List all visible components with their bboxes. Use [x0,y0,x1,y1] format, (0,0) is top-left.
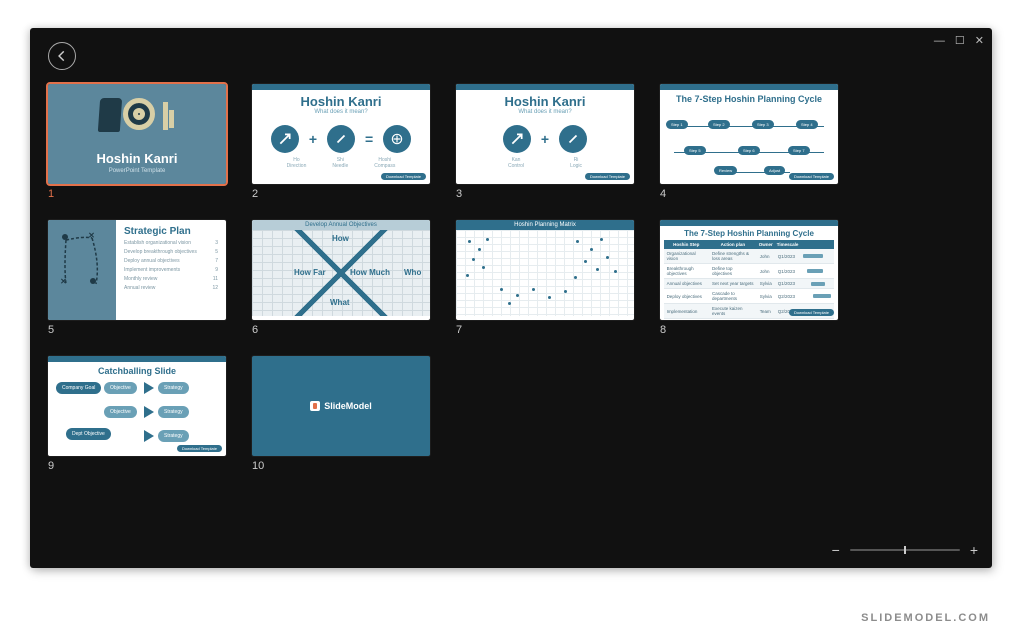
slide-title: Strategic Plan [124,226,218,237]
close-button[interactable]: ✕ [975,34,984,47]
needle-icon [327,125,355,153]
zoom-slider[interactable] [850,549,960,551]
slide-title: Develop Annual Objectives [252,220,430,230]
slide-thumbnail-2[interactable]: Hoshin Kanri What does it mean? + = HoDi… [252,84,430,200]
zoom-out-button[interactable]: − [832,542,840,558]
chess-knight-icon [98,98,122,132]
slide-number: 1 [48,188,226,200]
download-tag: Download Template [381,173,426,180]
slide-number: 2 [252,188,430,200]
slide-number: 3 [456,188,634,200]
slide-grid: Hoshin Kanri PowerPoint Template 1 Hoshi… [48,84,974,472]
slide-subtitle: What does it mean? [252,109,430,115]
slide-title: The 7-Step Hoshin Planning Cycle [660,94,838,104]
planning-matrix-icon [456,230,634,316]
compass-icon [383,125,411,153]
slide-thumbnail-4[interactable]: The 7-Step Hoshin Planning Cycle Step 1 … [660,84,838,200]
zoom-in-button[interactable]: + [970,542,978,558]
hoshin-table: Hoshin StepAction planOwnerTimescale Org… [664,240,835,320]
download-tag: Download Template [789,173,834,180]
zoom-control: − + [832,542,978,558]
needle-icon [559,125,587,153]
restore-button[interactable]: ☐ [955,34,965,47]
download-tag: Download Template [585,173,630,180]
slide-title: The 7-Step Hoshin Planning Cycle [660,229,838,238]
x-matrix-icon: How How Far How Much Who What [252,230,430,316]
slide-number: 6 [252,324,430,336]
slide-title: Hoshin Planning Matrix [456,220,634,230]
slide-number: 8 [660,324,838,336]
page-canvas: — ☐ ✕ Hoshin Kanri PowerPoint Template [0,0,1024,634]
catchball-diagram: Company Goal Objective Strategy Objectiv… [48,376,226,456]
slide-thumbnail-9[interactable]: Catchballing Slide Company Goal Objectiv… [48,356,226,472]
slide-thumbnail-1[interactable]: Hoshin Kanri PowerPoint Template 1 [48,84,226,200]
direction-icon [271,125,299,153]
slide-number: 4 [660,188,838,200]
slide-title: Hoshin Kanri [48,151,226,166]
slidemodel-logo: SlideModel [310,401,372,411]
target-icon [123,98,155,130]
slide-number: 5 [48,324,226,336]
slide-title: Hoshin Kanri [252,94,430,109]
up-arrows-icon [157,98,175,132]
watermark: SLIDEMODEL.COM [861,612,990,624]
slide-thumbnail-7[interactable]: Hoshin Planning Matrix [456,220,634,336]
minimize-button[interactable]: — [934,35,945,47]
slide-title: Hoshin Kanri [456,94,634,109]
slide-thumbnail-6[interactable]: Develop Annual Objectives How How Far Ho… [252,220,430,336]
logo-icon [310,401,320,411]
window-controls: — ☐ ✕ [934,34,984,47]
slide-thumbnail-10[interactable]: SlideModel 10 [252,356,430,472]
download-tag: Download Template [177,445,222,452]
slide-number: 10 [252,460,430,472]
slide-subtitle: What does it mean? [456,109,634,115]
slide-thumbnail-3[interactable]: Hoshin Kanri What does it mean? + KanCon… [456,84,634,200]
slide-number: 9 [48,460,226,472]
slide-thumbnail-5[interactable]: ✕ ✕ Strategic Plan Establish organizatio… [48,220,226,336]
back-button[interactable] [48,42,76,70]
slide-thumbnail-8[interactable]: The 7-Step Hoshin Planning Cycle Hoshin … [660,220,838,336]
direction-icon [503,125,531,153]
slide-subtitle: PowerPoint Template [48,168,226,174]
arrow-left-icon [55,49,69,63]
hoshin-graphic [48,98,226,132]
tactics-icon: ✕ ✕ [56,228,108,312]
slide-number: 7 [456,324,634,336]
slide-title: Catchballing Slide [48,366,226,376]
download-tag: Download Template [789,309,834,316]
powerpoint-slide-sorter-window: — ☐ ✕ Hoshin Kanri PowerPoint Template [30,28,992,568]
